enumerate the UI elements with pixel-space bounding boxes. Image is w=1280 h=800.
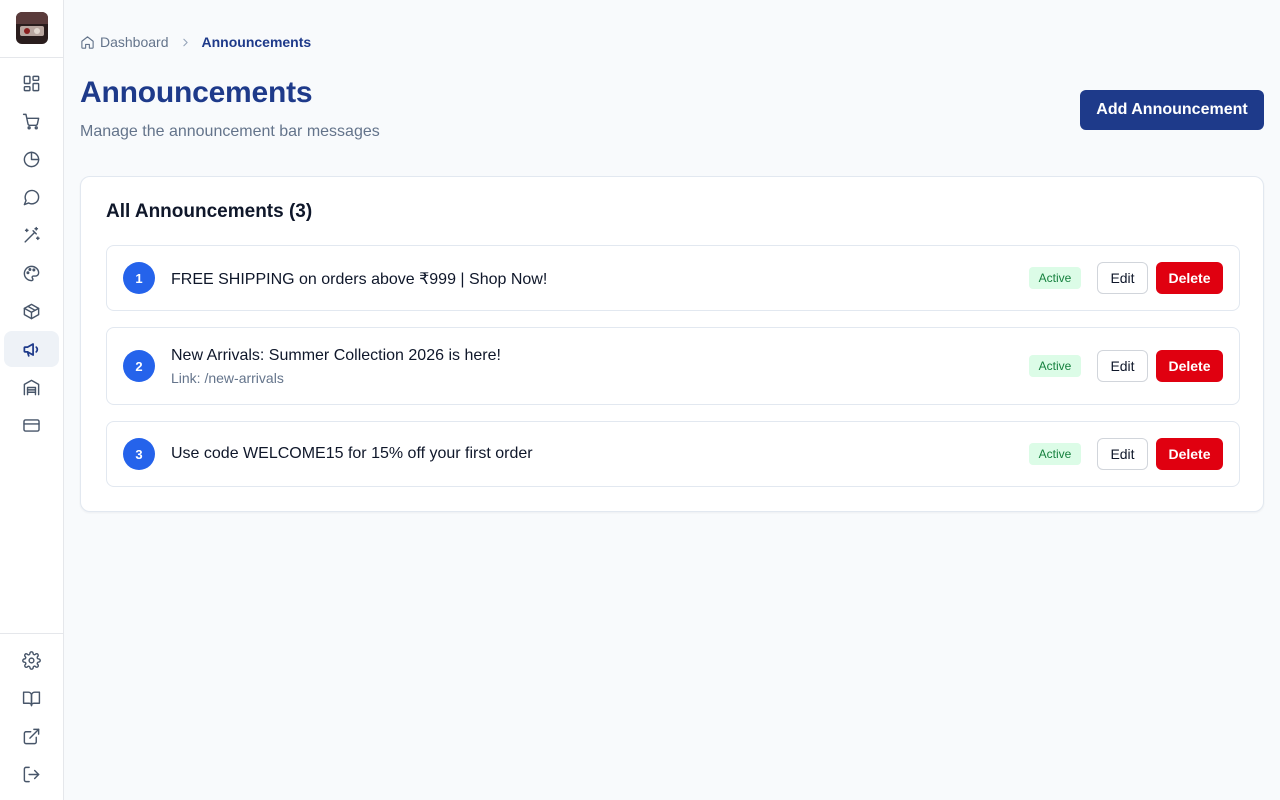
announcement-message: FREE SHIPPING on orders above ₹999 | Sho… xyxy=(171,271,548,288)
sidebar-item-analytics[interactable] xyxy=(4,141,59,177)
announcement-row: 1 FREE SHIPPING on orders above ₹999 | S… xyxy=(106,245,1240,311)
sidebar-divider xyxy=(0,633,63,634)
logout-icon xyxy=(23,766,40,782)
delete-button[interactable]: Delete xyxy=(1156,350,1223,382)
store-logo[interactable] xyxy=(16,12,48,44)
sidebar-item-dashboard[interactable] xyxy=(4,65,59,101)
palette-icon xyxy=(23,265,40,281)
megaphone-icon xyxy=(23,342,39,357)
breadcrumb-current: Announcements xyxy=(201,34,312,50)
sidebar-item-logout[interactable] xyxy=(4,756,59,792)
announcement-message: New Arrivals: Summer Collection 2026 is … xyxy=(171,347,501,364)
announcement-number: 3 xyxy=(123,438,155,470)
add-announcement-button[interactable]: Add Announcement xyxy=(1080,90,1264,130)
book-open-icon xyxy=(22,690,41,706)
page-subtitle: Manage the announcement bar messages xyxy=(80,123,380,140)
sidebar-divider xyxy=(0,57,63,58)
status-badge: Active xyxy=(1029,355,1081,377)
sidebar-item-appearance[interactable] xyxy=(4,255,59,291)
sidebar-item-marketing[interactable] xyxy=(4,217,59,253)
breadcrumb-separator xyxy=(179,36,192,49)
sidebar-item-warehouse[interactable] xyxy=(4,369,59,405)
page-title: Announcements xyxy=(80,76,313,109)
announcement-row: 2 New Arrivals: Summer Collection 2026 i… xyxy=(106,327,1240,405)
sidebar-item-payments[interactable] xyxy=(4,407,59,443)
sidebar-item-docs[interactable] xyxy=(4,680,59,716)
announcement-number: 1 xyxy=(123,262,155,294)
package-icon xyxy=(23,303,40,319)
announcement-link: Link: /new-arrivals xyxy=(171,370,284,386)
sidebar-item-view-store[interactable] xyxy=(4,718,59,754)
external-link-icon xyxy=(23,728,40,744)
announcement-number: 2 xyxy=(123,350,155,382)
dashboard-grid-icon xyxy=(23,75,40,91)
edit-button[interactable]: Edit xyxy=(1097,438,1148,470)
card-title: All Announcements (3) xyxy=(106,201,313,222)
sidebar-item-orders[interactable] xyxy=(4,103,59,139)
status-badge: Active xyxy=(1029,267,1081,289)
breadcrumb-home-label: Dashboard xyxy=(100,34,169,50)
chevron-right-icon xyxy=(182,38,188,46)
breadcrumb: Dashboard Announcements xyxy=(80,33,311,51)
sidebar-item-announcements[interactable] xyxy=(4,331,59,367)
announcements-card: All Announcements (3) 1 FREE SHIPPING on… xyxy=(80,176,1264,512)
credit-card-icon xyxy=(23,418,40,432)
warehouse-icon xyxy=(23,379,40,395)
sidebar xyxy=(0,0,64,800)
announcement-message: Use code WELCOME15 for 15% off your firs… xyxy=(171,445,533,462)
gear-icon xyxy=(22,650,41,670)
shopping-cart-icon xyxy=(22,113,40,129)
status-badge: Active xyxy=(1029,443,1081,465)
edit-button[interactable]: Edit xyxy=(1097,262,1148,294)
home-icon xyxy=(81,35,94,49)
breadcrumb-dashboard-link[interactable]: Dashboard xyxy=(80,34,169,50)
magic-wand-icon xyxy=(24,226,40,243)
sidebar-item-products[interactable] xyxy=(4,293,59,329)
announcement-row: 3 Use code WELCOME15 for 15% off your fi… xyxy=(106,421,1240,487)
edit-button[interactable]: Edit xyxy=(1097,350,1148,382)
sidebar-item-settings[interactable] xyxy=(4,642,59,678)
message-circle-icon xyxy=(23,189,40,205)
pie-chart-icon xyxy=(23,151,40,167)
sidebar-item-messages[interactable] xyxy=(4,179,59,215)
delete-button[interactable]: Delete xyxy=(1156,438,1223,470)
delete-button[interactable]: Delete xyxy=(1156,262,1223,294)
